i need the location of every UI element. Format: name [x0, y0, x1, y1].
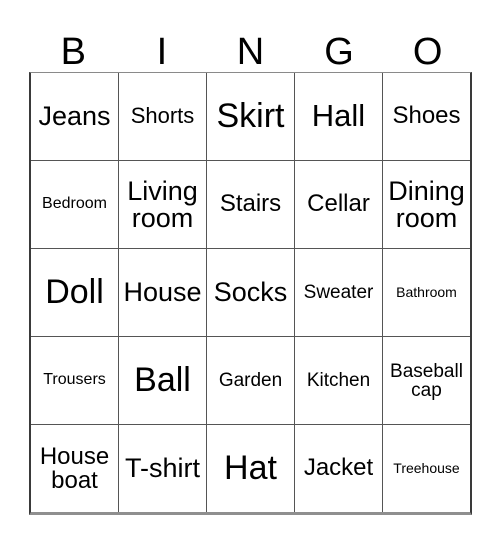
bingo-cell[interactable]: Bathroom [382, 249, 470, 336]
bingo-cell[interactable]: Hall [294, 73, 382, 160]
bingo-cell-label: Bathroom [396, 284, 457, 301]
bingo-cell-label: Garden [218, 369, 283, 391]
bingo-cell[interactable]: Socks [206, 249, 294, 336]
bingo-cell[interactable]: Trousers [31, 337, 118, 424]
bingo-cell[interactable]: Baseball cap [382, 337, 470, 424]
bingo-cell[interactable]: Cellar [294, 161, 382, 248]
bingo-row: House boat T-shirt Hat Jacket Treehouse [31, 424, 470, 512]
bingo-cell[interactable]: Shorts [118, 73, 206, 160]
bingo-cell-label: Bedroom [42, 195, 107, 213]
bingo-cell-label: House boat [39, 442, 110, 494]
bingo-row: Bedroom Living room Stairs Cellar Dining… [31, 160, 470, 248]
bingo-cell[interactable]: Living room [118, 161, 206, 248]
bingo-cell[interactable]: Kitchen [294, 337, 382, 424]
bingo-cell[interactable]: Jacket [294, 425, 382, 512]
bingo-cell-label: Hall [311, 98, 366, 134]
bingo-header-letter-i: I [156, 31, 168, 73]
bingo-header-letter-o: O [412, 31, 443, 73]
bingo-cell-label: Baseball cap [390, 360, 463, 401]
bingo-cell[interactable]: House boat [31, 425, 118, 512]
bingo-cell-label: Jacket [303, 454, 374, 482]
bingo-cell[interactable]: Ball [118, 337, 206, 424]
bingo-cell[interactable]: Hat [206, 425, 294, 512]
bingo-cell-label: Ball [134, 360, 191, 399]
bingo-header: B I N G O [29, 20, 472, 72]
bingo-cell-label: Skirt [216, 96, 285, 135]
bingo-cell[interactable]: Shoes [382, 73, 470, 160]
bingo-cell-label: Hat [224, 448, 277, 487]
bingo-cell-label: Cellar [307, 190, 370, 218]
bingo-cell[interactable]: Garden [206, 337, 294, 424]
bingo-cell-label: Dining room [388, 175, 465, 233]
bingo-header-letter-b: B [60, 31, 86, 73]
bingo-cell-label: Living room [127, 175, 198, 233]
bingo-row: Doll House Socks Sweater Bathroom [31, 248, 470, 336]
bingo-grid: Jeans Shorts Skirt Hall Shoes Bedroom Li… [29, 72, 472, 515]
bingo-cell[interactable]: Bedroom [31, 161, 118, 248]
bingo-cell-label: Shorts [130, 103, 195, 129]
bingo-cell-label: Jeans [38, 101, 111, 132]
bingo-cell[interactable]: T-shirt [118, 425, 206, 512]
bingo-cell-label: Sweater [303, 281, 374, 303]
bingo-cell[interactable]: House [118, 249, 206, 336]
bingo-cell-label: Stairs [219, 190, 282, 218]
bingo-cell-label: T-shirt [124, 453, 200, 483]
bingo-cell-label: Kitchen [306, 369, 371, 391]
bingo-header-letter-g: G [324, 31, 354, 73]
bingo-cell[interactable]: Sweater [294, 249, 382, 336]
bingo-cell[interactable]: Treehouse [382, 425, 470, 512]
bingo-cell[interactable]: Doll [31, 249, 118, 336]
bingo-cell[interactable]: Stairs [206, 161, 294, 248]
bingo-cell-label: Socks [213, 277, 288, 308]
bingo-row: Trousers Ball Garden Kitchen Baseball ca… [31, 336, 470, 424]
bingo-header-letter-n: N [236, 31, 265, 73]
bingo-cell[interactable]: Jeans [31, 73, 118, 160]
bingo-cell[interactable]: Skirt [206, 73, 294, 160]
bingo-cell[interactable]: Dining room [382, 161, 470, 248]
bingo-cell-label: Treehouse [393, 460, 460, 477]
bingo-cell-label: House [123, 277, 202, 308]
bingo-cell-label: Doll [45, 272, 104, 311]
bingo-card: B I N G O Jeans Shorts Skirt Hall Shoes … [0, 0, 500, 544]
bingo-cell-label: Shoes [392, 102, 461, 130]
bingo-row: Jeans Shorts Skirt Hall Shoes [31, 73, 470, 160]
bingo-cell-label: Trousers [43, 371, 106, 389]
